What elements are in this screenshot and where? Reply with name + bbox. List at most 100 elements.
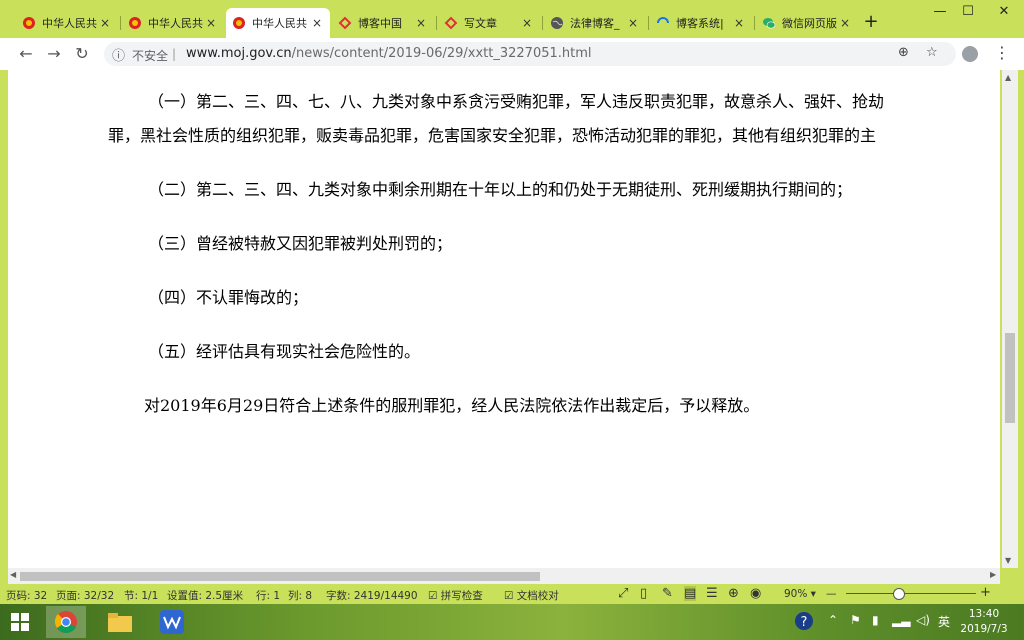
page-content: （一）第二、三、四、七、八、九类对象中系贪污受贿犯罪，军人违反职责犯罪，故意杀人… — [8, 70, 1000, 568]
scroll-left-arrow-icon[interactable]: ◀ — [10, 570, 16, 579]
doc-check-button[interactable]: ☑ 文档校对 — [504, 588, 559, 603]
battery-icon[interactable]: ▮ — [872, 613, 879, 627]
clock-time: 13:40 — [968, 608, 1000, 620]
zoom-in-button[interactable]: + — [980, 585, 991, 600]
emblem-icon — [128, 16, 142, 30]
horizontal-scroll-thumb[interactable] — [20, 572, 540, 581]
help-icon[interactable]: ? — [794, 611, 814, 634]
tab-close-icon[interactable]: × — [838, 16, 852, 30]
zoom-level[interactable]: 90% ▾ — [784, 588, 816, 600]
start-button[interactable] — [0, 606, 40, 638]
close-window-button[interactable]: ✕ — [990, 2, 1018, 22]
tab-title: 博客中国 — [358, 17, 402, 30]
menu-dots-icon[interactable]: ⋮ — [994, 44, 1010, 62]
tab-divider — [648, 16, 649, 30]
profile-avatar-icon[interactable] — [962, 46, 978, 62]
word-count: 字数: 2419/14490 — [326, 590, 418, 602]
back-arrow-icon[interactable]: ← — [16, 44, 36, 64]
volume-icon[interactable]: ◁) — [916, 613, 930, 627]
tab-close-icon[interactable]: × — [98, 16, 112, 30]
bookmark-star-icon[interactable]: ☆ — [926, 45, 938, 60]
section-count: 节: 1/1 — [124, 590, 159, 602]
article-paragraph-1-line-1: （一）第二、三、四、七、八、九类对象中系贪污受贿犯罪，军人违反职责犯罪，故意杀人… — [148, 92, 885, 111]
minimize-button[interactable]: — — [926, 2, 954, 22]
fullscreen-icon[interactable]: ⤢ — [618, 586, 628, 601]
tab-title: 博客系统| — [676, 17, 724, 30]
tab-wechat[interactable]: 微信网页版 × — [756, 8, 858, 38]
insecure-label: 不安全 — [132, 49, 169, 63]
edit-pen-icon[interactable]: ✎ — [662, 586, 673, 601]
zoom-icon[interactable]: ⊕ — [898, 45, 909, 60]
zoom-slider-track[interactable] — [846, 593, 976, 594]
tab-moj-active[interactable]: 中华人民共 × — [226, 8, 330, 38]
reload-icon[interactable]: ↻ — [72, 44, 92, 64]
tab-write-article[interactable]: 写文章 × — [438, 8, 540, 38]
tab-title: 中华人民共 — [148, 17, 203, 30]
tab-title: 中华人民共 — [42, 17, 97, 30]
tab-title: 写文章 — [464, 17, 497, 30]
tray-chevron-icon[interactable]: ⌃ — [828, 613, 838, 627]
address-bar[interactable]: ⓘ 不安全 | www.moj.gov.cn/news/content/2019… — [104, 42, 956, 66]
spellcheck-button[interactable]: ☑ 拼写检查 — [428, 588, 483, 603]
info-icon[interactable]: ⓘ — [112, 45, 125, 64]
clock-date: 2019/7/3 — [960, 623, 1008, 635]
tab-close-icon[interactable]: × — [520, 16, 534, 30]
tab-moj-1[interactable]: 中华人民共 × — [16, 8, 118, 38]
system-clock[interactable]: 13:40 2019/7/3 — [958, 607, 1010, 637]
tab-blogchina[interactable]: 博客中国 × — [332, 8, 434, 38]
tab-close-icon[interactable]: × — [626, 16, 640, 30]
loading-icon — [656, 16, 670, 30]
scroll-up-arrow-icon[interactable]: ▲ — [1005, 73, 1011, 82]
article-paragraph-1-line-2: 罪，黑社会性质的组织犯罪，贩卖毒品犯罪，危害国家安全犯罪，恐怖活动犯罪的罪犯，其… — [108, 126, 877, 145]
tab-strip: 中华人民共 × 中华人民共 × 中华人民共 × 博客中国 × 写文章 × 法律博… — [0, 0, 1024, 38]
url-domain: www.moj.gov.cn — [186, 46, 292, 61]
vertical-scrollbar[interactable]: ▲ ▼ — [1002, 70, 1018, 568]
windows-logo-icon — [11, 613, 29, 631]
maximize-button[interactable]: ☐ — [954, 2, 982, 22]
zoom-out-button[interactable]: — — [826, 588, 837, 600]
forward-arrow-icon[interactable]: → — [44, 44, 64, 64]
tab-divider — [754, 16, 755, 30]
tab-blog-system[interactable]: 博客系统| × — [650, 8, 752, 38]
ime-indicator[interactable]: 英 — [938, 613, 950, 630]
article-paragraph-5: （五）经评估具有现实社会危险性的。 — [148, 342, 421, 361]
vertical-scroll-thumb[interactable] — [1005, 333, 1015, 423]
network-icon[interactable]: ▂▃ — [892, 613, 910, 627]
chrome-taskbar-button[interactable] — [46, 606, 86, 638]
windows-taskbar: ? ⌃ ⚑ ▮ ▂▃ ◁) 英 13:40 2019/7/3 — [0, 604, 1024, 640]
spellcheck-label: 拼写检查 — [440, 590, 483, 602]
setting-value: 设置值: 2.5厘米 — [167, 590, 244, 602]
tab-title: 法律博客_ — [570, 17, 620, 30]
tab-divider — [542, 16, 543, 30]
zoom-slider-handle[interactable] — [893, 588, 905, 600]
page-code: 页码: 32 — [6, 590, 48, 602]
page-view-icon[interactable]: ▤ — [684, 586, 697, 601]
web-view-icon[interactable]: ⊕ — [728, 586, 739, 601]
outline-view-icon[interactable]: ☰ — [706, 586, 718, 601]
tab-title: 微信网页版 — [782, 17, 837, 30]
tab-close-icon[interactable]: × — [414, 16, 428, 30]
scroll-down-arrow-icon[interactable]: ▼ — [1005, 556, 1011, 565]
tab-close-icon[interactable]: × — [204, 16, 218, 30]
tray-flag-icon[interactable]: ⚑ — [850, 613, 861, 627]
column-indicator: 列: 8 — [288, 590, 313, 602]
eye-protect-icon[interactable]: ◉ — [750, 586, 761, 601]
browser-toolbar: ← → ↻ ⓘ 不安全 | www.moj.gov.cn/news/conten… — [0, 38, 1024, 70]
url-text[interactable]: www.moj.gov.cn/news/content/2019-06/29/x… — [186, 46, 592, 61]
folder-icon — [108, 613, 132, 632]
scroll-right-arrow-icon[interactable]: ▶ — [990, 570, 996, 579]
new-tab-button[interactable]: + — [860, 12, 882, 34]
doc-check-label: 文档校对 — [516, 590, 559, 602]
tab-close-icon[interactable]: × — [310, 16, 324, 30]
tab-close-icon[interactable]: × — [732, 16, 746, 30]
wps-taskbar-button[interactable] — [152, 606, 192, 638]
row-indicator: 行: 1 — [256, 590, 281, 602]
reading-view-icon[interactable]: ▯ — [640, 586, 647, 601]
tab-law-blog[interactable]: 法律博客_ × — [544, 8, 646, 38]
article-paragraph-3: （三）曾经被特赦又因犯罪被判处刑罚的； — [148, 234, 453, 253]
horizontal-scrollbar[interactable]: ◀ ▶ — [8, 568, 1000, 584]
tab-moj-2[interactable]: 中华人民共 × — [122, 8, 224, 38]
file-explorer-taskbar-button[interactable] — [100, 606, 140, 638]
globe-icon — [550, 16, 564, 30]
tab-divider — [120, 16, 121, 30]
